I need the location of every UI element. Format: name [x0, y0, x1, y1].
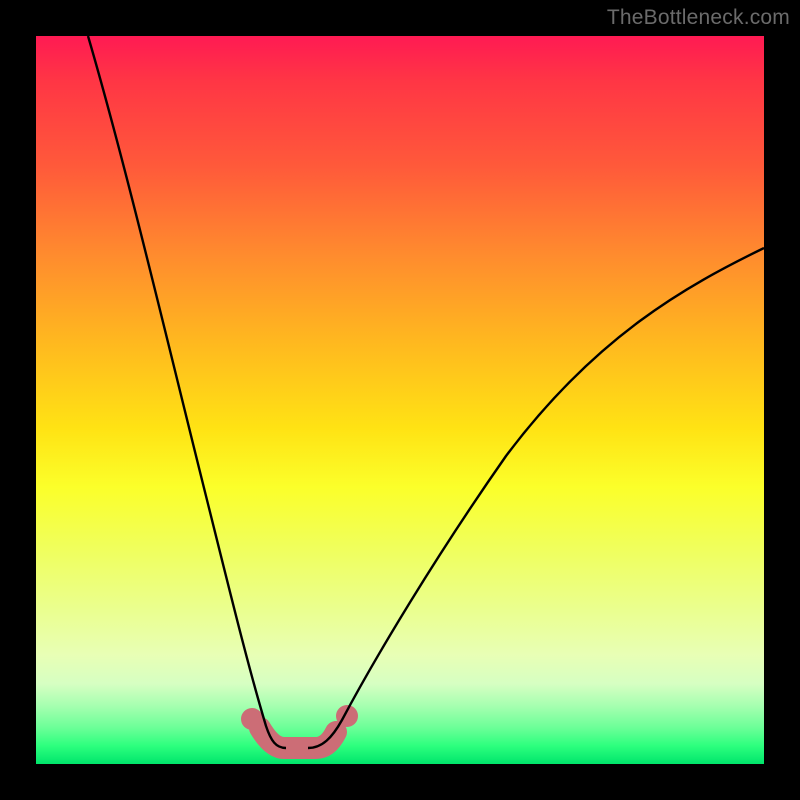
- curve-right: [308, 248, 764, 748]
- watermark-text: TheBottleneck.com: [607, 6, 790, 30]
- chart-frame: TheBottleneck.com: [0, 0, 800, 800]
- plot-area: [36, 36, 764, 764]
- chart-svg: [36, 36, 764, 764]
- curve-left: [88, 36, 286, 748]
- bottom-segment: [241, 705, 358, 748]
